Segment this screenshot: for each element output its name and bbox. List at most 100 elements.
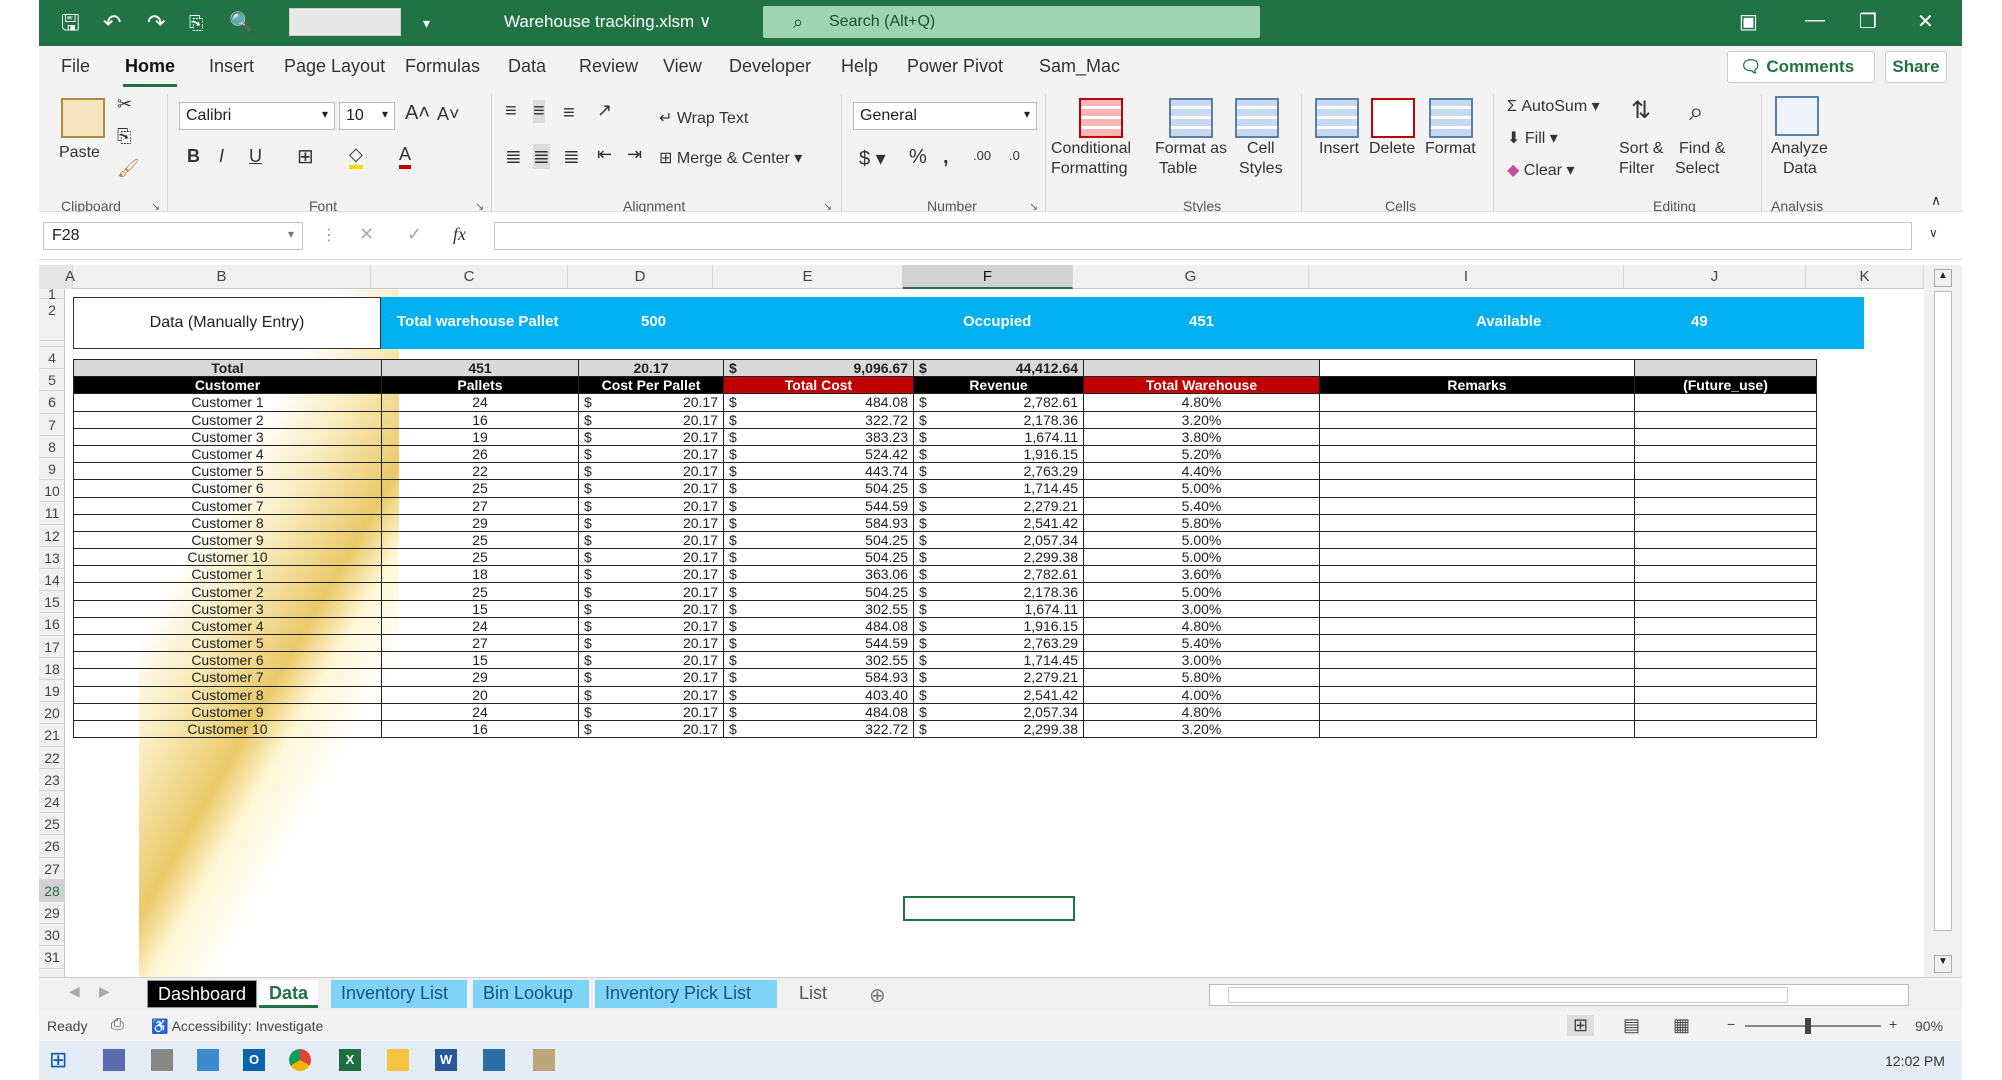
format-painter-brush-icon[interactable]: 🖌 — [117, 158, 140, 179]
future-use-cell[interactable] — [1634, 582, 1817, 601]
delete-cells-button[interactable]: Delete — [1369, 140, 1415, 158]
row-header[interactable]: 13 — [39, 547, 65, 569]
remarks-cell[interactable] — [1319, 548, 1635, 567]
customer-cell[interactable]: Customer 8 — [73, 685, 382, 704]
future-use-cell[interactable] — [1634, 410, 1817, 429]
future-use-cell[interactable] — [1634, 685, 1817, 704]
row-header[interactable]: 30 — [39, 924, 65, 947]
revenue-cell[interactable]: $2,057.34 — [913, 530, 1084, 550]
enter-icon[interactable]: ✓ — [407, 224, 422, 245]
font-size-combo[interactable]: 10 ▾ — [339, 102, 395, 130]
row-header[interactable]: 9 — [39, 458, 65, 481]
normal-view-icon[interactable]: ⊞ — [1567, 1015, 1595, 1036]
future-use-cell[interactable] — [1634, 427, 1817, 446]
menu-home[interactable]: Home — [125, 56, 175, 77]
row-header[interactable]: 10 — [39, 480, 65, 503]
font-name-combo[interactable]: Calibri ▾ — [179, 102, 335, 130]
scroll-thumb[interactable] — [1934, 291, 1952, 931]
column-header-5[interactable]: Total Warehouse — [1083, 376, 1320, 395]
remarks-cell[interactable] — [1319, 719, 1635, 739]
total-cost-cell[interactable]: $322.72 — [723, 719, 914, 739]
revenue-cell[interactable]: $1,916.15 — [913, 444, 1084, 464]
increase-decimal-icon[interactable]: .00 — [973, 148, 991, 163]
total-cost-cell[interactable]: $524.42 — [723, 444, 914, 464]
pallets-cell[interactable]: 24 — [381, 616, 579, 636]
cost-per-pallet-cell[interactable]: $20.17 — [578, 513, 724, 532]
pallets-cell[interactable]: 26 — [381, 444, 579, 464]
remarks-cell[interactable] — [1319, 530, 1635, 550]
remarks-cell[interactable] — [1319, 462, 1635, 481]
align-center-icon[interactable]: ≣ — [533, 144, 550, 169]
column-header-3[interactable]: Total Cost — [723, 376, 914, 395]
underline-icon[interactable]: U — [249, 146, 262, 167]
total-warehouse-cell[interactable]: 5.80% — [1083, 668, 1320, 687]
total-cost-cell[interactable]: $484.08 — [723, 393, 914, 412]
orientation-icon[interactable]: ↗ — [597, 100, 612, 121]
analyze-data-icon[interactable] — [1775, 96, 1819, 136]
menu-developer[interactable]: Developer — [729, 56, 811, 77]
zoom-icon[interactable]: 🔍 — [229, 10, 254, 36]
customer-cell[interactable]: Customer 7 — [73, 496, 382, 515]
total-cost-cell[interactable]: $484.08 — [723, 702, 914, 721]
customer-cell[interactable]: Customer 9 — [73, 530, 382, 550]
remarks-cell[interactable] — [1319, 599, 1635, 618]
future-use-cell[interactable] — [1634, 548, 1817, 567]
format-as-table-button[interactable]: Format as — [1155, 140, 1227, 158]
conditional-formatting-button[interactable]: Conditional — [1051, 140, 1131, 158]
photos-icon[interactable] — [483, 1049, 505, 1071]
analyze-data-label2[interactable]: Data — [1783, 160, 1817, 178]
row-header[interactable]: 29 — [39, 902, 65, 925]
add-sheet-icon[interactable]: ⊕ — [859, 980, 896, 1008]
menu-file[interactable]: File — [61, 56, 90, 77]
scroll-down-icon[interactable]: ▼ — [1934, 955, 1952, 973]
cancel-icon[interactable]: ✕ — [359, 224, 374, 245]
align-bottom-icon[interactable]: ≡ — [563, 102, 575, 125]
zoom-in-icon[interactable]: + — [1889, 1016, 1897, 1032]
scroll-up-icon[interactable]: ▲ — [1934, 269, 1952, 287]
row-header[interactable]: 5 — [39, 369, 65, 392]
pallets-cell[interactable]: 25 — [381, 582, 579, 601]
conditional-formatting-icon[interactable] — [1079, 98, 1123, 138]
revenue-cell[interactable]: $1,674.11 — [913, 599, 1084, 618]
row-header[interactable]: 18 — [39, 658, 65, 680]
future-use-cell[interactable] — [1634, 444, 1817, 464]
remarks-cell[interactable] — [1319, 702, 1635, 721]
remarks-cell[interactable] — [1319, 496, 1635, 515]
total-remarks-blank[interactable] — [1319, 358, 1635, 378]
total-warehouse-cell[interactable]: 3.20% — [1083, 719, 1320, 739]
customer-cell[interactable]: Customer 2 — [73, 410, 382, 429]
total-cost-cell[interactable]: $544.59 — [723, 633, 914, 653]
row-header[interactable]: 12 — [39, 525, 65, 547]
customer-cell[interactable]: Customer 9 — [73, 702, 382, 721]
revenue-cell[interactable]: $2,057.34 — [913, 702, 1084, 721]
total-warehouse-cell[interactable]: 5.00% — [1083, 479, 1320, 498]
col-header-d[interactable]: D — [568, 265, 713, 289]
tab-list[interactable]: List — [789, 980, 837, 1008]
customer-cell[interactable]: Customer 1 — [73, 393, 382, 412]
chrome-icon[interactable] — [289, 1049, 311, 1071]
total-cost-cell[interactable]: $584.93 — [723, 668, 914, 687]
row-header[interactable]: 4 — [39, 347, 65, 370]
future-use-cell[interactable] — [1634, 565, 1817, 584]
app1-icon[interactable] — [103, 1049, 125, 1071]
total-cost-cell[interactable]: $322.72 — [723, 410, 914, 429]
menu-review[interactable]: Review — [579, 56, 638, 77]
row-header[interactable]: 23 — [39, 769, 65, 791]
total-cost-cell[interactable]: $403.40 — [723, 685, 914, 704]
cost-per-pallet-cell[interactable]: $20.17 — [578, 565, 724, 584]
undo-icon[interactable]: ↶ — [103, 10, 121, 36]
tab-bin-lookup[interactable]: Bin Lookup — [473, 980, 589, 1008]
tab-scroll-right-icon[interactable]: ▶ — [89, 980, 120, 1008]
app10-icon[interactable] — [533, 1049, 555, 1071]
cell-styles-icon[interactable] — [1235, 98, 1279, 138]
insert-cells-button[interactable]: Insert — [1319, 140, 1359, 158]
customer-cell[interactable]: Customer 6 — [73, 479, 382, 498]
ribbon-display-icon[interactable]: ▣ — [1739, 9, 1758, 34]
name-box[interactable]: F28 ▾ — [43, 222, 303, 250]
paste-icon[interactable] — [61, 98, 105, 138]
italic-icon[interactable]: I — [219, 146, 224, 167]
formula-input[interactable] — [494, 222, 1912, 250]
cost-per-pallet-cell[interactable]: $20.17 — [578, 393, 724, 412]
remarks-cell[interactable] — [1319, 651, 1635, 670]
format-cells-button[interactable]: Format — [1425, 140, 1476, 158]
